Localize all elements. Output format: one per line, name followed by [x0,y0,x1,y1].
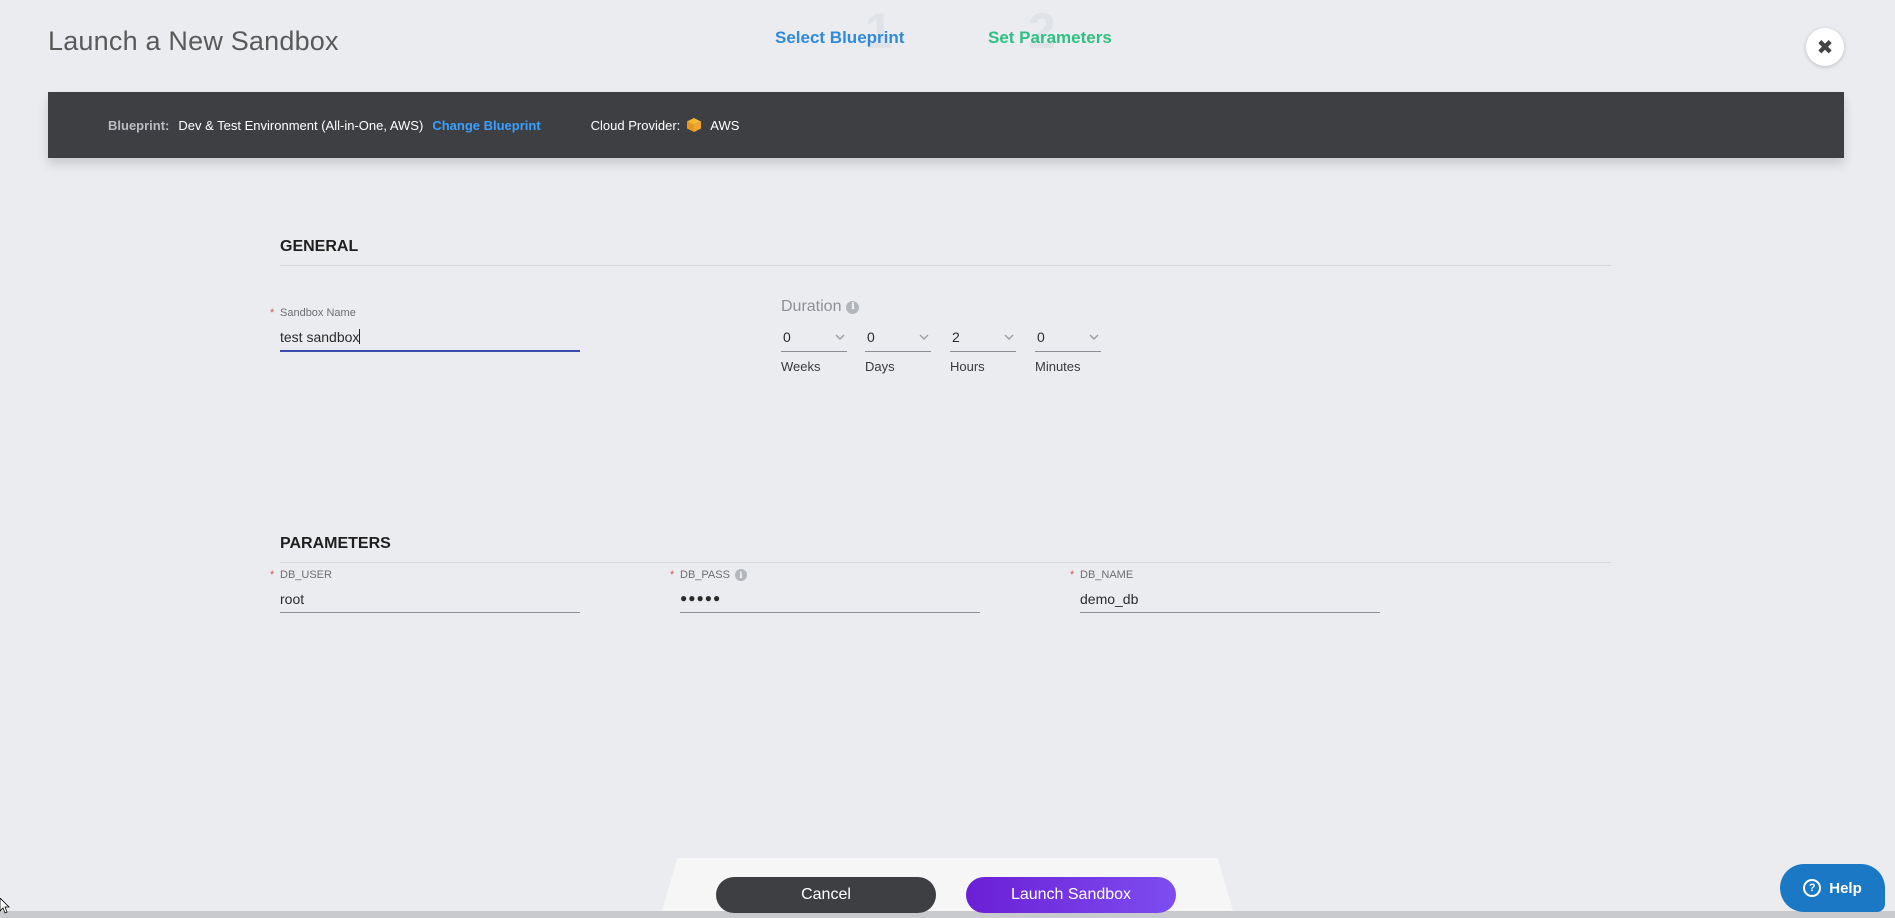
minutes-select[interactable]: 0 [1035,329,1101,352]
blueprint-name: Dev & Test Environment (All-in-One, AWS) [178,117,424,133]
aws-box-icon [687,118,702,132]
divider [280,562,1611,563]
required-marker: * [270,569,275,581]
duration-field: Duration i [781,298,860,316]
cloud-provider-value: AWS [710,117,740,133]
db-user-label: * DB_USER [270,569,332,581]
info-icon[interactable]: i [846,300,860,314]
step-label: Set Parameters [988,28,1112,47]
required-marker: * [1070,569,1075,581]
db-pass-label: * DB_PASS i [670,569,980,581]
cloud-provider-label: Cloud Provider: [590,117,681,133]
db-name-label: * DB_NAME [1070,569,1134,581]
sandbox-name-label: * Sandbox Name [270,307,356,319]
bottom-strip [0,911,1895,918]
db-pass-field: * DB_PASS i ●●●●● [670,569,980,613]
help-button[interactable]: ? Help [1780,864,1885,912]
info-icon[interactable]: i [734,569,747,581]
hours-select[interactable]: 2 [950,329,1016,352]
duration-hours: 2 Hours [950,329,1016,374]
db-user-field: * DB_USER root [270,569,580,613]
cancel-button[interactable]: Cancel [716,877,936,913]
blueprint-label: Blueprint: [108,117,170,133]
sandbox-name-field: * Sandbox Name test sandbox [270,307,580,352]
db-user-input[interactable]: root [280,591,580,613]
step-set-parameters[interactable]: 2 Set Parameters [988,6,1112,56]
wizard-steps: 1 Select Blueprint 2 Set Parameters [0,6,1895,68]
close-button[interactable]: ✖ [1806,28,1844,66]
db-pass-input[interactable]: ●●●●● [680,591,980,613]
chevron-down-icon [835,334,845,340]
launch-sandbox-button[interactable]: Launch Sandbox [966,877,1176,913]
db-name-field: * DB_NAME demo_db [1070,569,1380,613]
hours-caption: Hours [950,359,985,374]
chevron-down-icon [1004,334,1014,340]
duration-label: Duration i [781,298,860,316]
days-caption: Days [865,359,895,374]
required-marker: * [270,307,275,319]
mouse-cursor-icon [0,898,10,914]
divider [280,265,1611,266]
weeks-caption: Weeks [781,359,821,374]
sandbox-name-input[interactable]: test sandbox [280,329,580,352]
minutes-caption: Minutes [1035,359,1081,374]
duration-minutes: 0 Minutes [1035,329,1101,374]
db-name-input[interactable]: demo_db [1080,591,1380,613]
help-label: Help [1829,879,1862,897]
blueprint-bar: Blueprint: Dev & Test Environment (All-i… [48,92,1844,158]
duration-days: 0 Days [865,329,931,374]
change-blueprint-link[interactable]: Change Blueprint [432,118,540,133]
required-marker: * [670,569,675,581]
chevron-down-icon [1089,334,1099,340]
close-icon: ✖ [1816,36,1834,59]
days-select[interactable]: 0 [865,329,931,352]
parameters-section-title: PARAMETERS [280,535,391,552]
step-label: Select Blueprint [775,28,905,47]
question-icon: ? [1803,879,1822,897]
duration-weeks: 0 Weeks [781,329,847,374]
general-section-title: GENERAL [280,238,359,255]
chevron-down-icon [919,334,929,340]
step-select-blueprint[interactable]: 1 Select Blueprint [775,6,905,56]
weeks-select[interactable]: 0 [781,329,847,352]
